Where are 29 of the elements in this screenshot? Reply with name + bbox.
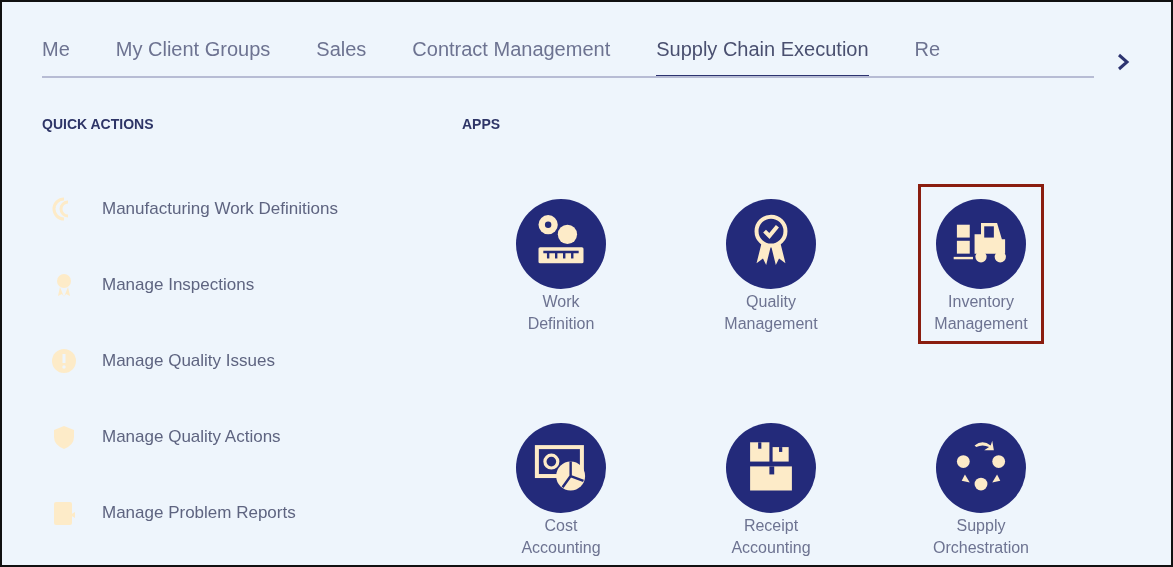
nav-tab[interactable]: Re (914, 38, 941, 76)
app-tile[interactable]: Work Definition (498, 184, 624, 344)
app-tile[interactable]: Supply Orchestration (918, 408, 1044, 565)
section-heading: APPS (462, 116, 502, 132)
quick-action-link[interactable]: Manage Inspections (52, 273, 462, 297)
app-icon (936, 199, 1026, 289)
app-icon (516, 423, 606, 513)
app-icon (726, 199, 816, 289)
quick-action-icon (52, 425, 76, 449)
quick-action-link[interactable]: Manage Quality Actions (52, 425, 462, 449)
nav-tab[interactable]: Supply Chain Execution (656, 38, 869, 76)
nav-tab[interactable]: Me (42, 38, 70, 76)
chevron-right-icon[interactable] (1116, 52, 1130, 72)
section-heading: QUICK ACTIONS (42, 116, 155, 132)
quick-action-link[interactable]: Manage Problem Reports (52, 501, 462, 525)
app-tile[interactable]: Cost Accounting (498, 408, 624, 565)
quick-action-link[interactable]: Manage Quality Issues (52, 349, 462, 373)
app-tile[interactable]: Inventory Management (918, 184, 1044, 344)
app-tile[interactable]: Receipt Accounting (708, 408, 834, 565)
nav-tab[interactable]: Contract Management (412, 38, 611, 76)
quick-action-link[interactable]: Manufacturing Work Definitions (52, 197, 462, 221)
quick-action-icon (52, 501, 76, 525)
app-icon (726, 423, 816, 513)
nav-tab[interactable]: Sales (316, 38, 367, 76)
app-tile[interactable]: Quality Management (708, 184, 834, 344)
app-icon (516, 199, 606, 289)
nav-tab[interactable]: My Client Groups (115, 38, 271, 76)
app-icon (936, 423, 1026, 513)
quick-action-icon (52, 349, 76, 373)
